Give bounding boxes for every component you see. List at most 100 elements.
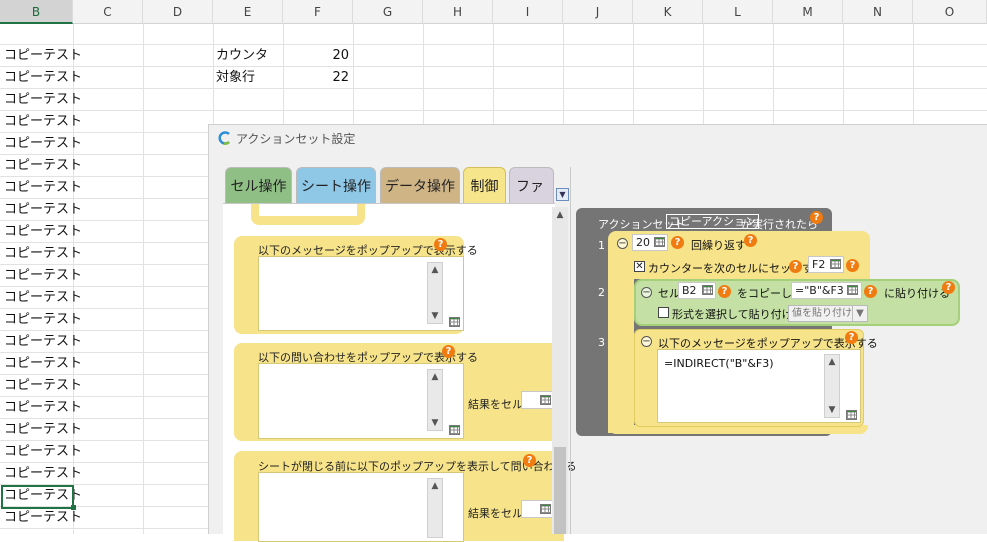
scroll-up-icon[interactable]: ▲ [428, 370, 442, 384]
cell-b[interactable]: コピーテスト [4, 309, 80, 331]
scrollbar-thumb[interactable] [554, 447, 566, 534]
column-header-d[interactable]: D [143, 0, 213, 24]
column-header-j[interactable]: J [563, 0, 633, 24]
column-header-b[interactable]: B [0, 0, 73, 24]
textarea-scrollbar[interactable]: ▲ [427, 478, 443, 538]
help-icon[interactable]: ? [810, 211, 823, 224]
help-icon[interactable]: ? [434, 238, 447, 251]
cell-reference-icon[interactable] [449, 317, 460, 327]
cell-reference-icon[interactable] [654, 237, 665, 247]
message-textarea[interactable]: =INDIRECT("B"&F3) ▲ ▼ [657, 349, 861, 423]
textarea-scrollbar[interactable]: ▲ ▼ [427, 369, 443, 431]
cell-b[interactable]: コピーテスト [4, 419, 80, 441]
collapse-icon[interactable]: − [641, 287, 652, 298]
cell-b[interactable]: コピーテスト [4, 111, 80, 133]
scroll-down-icon[interactable]: ▼ [825, 403, 839, 417]
cell-reference-icon[interactable] [540, 395, 551, 405]
scroll-up-icon[interactable]: ▲ [428, 479, 442, 493]
inquiry-textarea[interactable]: ▲ [258, 472, 464, 542]
column-header-n[interactable]: N [843, 0, 913, 24]
palette-scrollbar[interactable]: ▲ [552, 207, 568, 534]
formula-help-icon[interactable]: ? [671, 236, 684, 249]
cell-b[interactable]: コピーテスト [4, 265, 80, 287]
inquiry-textarea[interactable]: ▲ ▼ [258, 363, 464, 439]
cell-b[interactable]: コピーテスト [4, 221, 80, 243]
cell-reference-icon[interactable] [540, 504, 551, 514]
paste-option-select[interactable]: 値を貼り付け ▼ [788, 305, 868, 322]
fill-handle[interactable] [71, 505, 76, 510]
cell-reference-icon[interactable] [847, 285, 858, 295]
cell-reference-icon[interactable] [702, 285, 713, 295]
paste-special-checkbox[interactable] [658, 307, 669, 318]
scroll-up-icon[interactable]: ▲ [825, 355, 839, 369]
cell-b[interactable]: コピーテスト [4, 353, 80, 375]
cell-b[interactable]: コピーテスト [4, 155, 80, 177]
cell-b[interactable]: コピーテスト [4, 331, 80, 353]
column-header-c[interactable]: C [73, 0, 143, 24]
help-icon[interactable]: ? [942, 281, 955, 294]
tab-control[interactable]: 制御 [463, 167, 506, 205]
formula-help-icon[interactable]: ? [718, 285, 731, 298]
cell-b[interactable]: コピーテスト [4, 133, 80, 155]
help-icon[interactable]: ? [744, 234, 757, 247]
copy-target-input[interactable]: ="B"&F3 [791, 282, 862, 299]
textarea-scrollbar[interactable]: ▲ ▼ [427, 262, 443, 324]
cell-b[interactable]: コピーテスト [4, 441, 80, 463]
cell-b[interactable]: コピーテスト [4, 463, 80, 485]
cell-e[interactable]: カウンタ [216, 45, 280, 67]
column-header-o[interactable]: O [913, 0, 987, 24]
collapse-icon[interactable]: − [617, 238, 628, 249]
scroll-down-icon[interactable]: ▼ [428, 309, 442, 323]
column-header-i[interactable]: I [493, 0, 563, 24]
copy-source-input[interactable]: B2 [678, 282, 716, 299]
cell-f[interactable]: 22 [283, 67, 349, 89]
column-header-h[interactable]: H [423, 0, 493, 24]
cell-b[interactable]: コピーテスト [4, 397, 80, 419]
panel-divider[interactable] [570, 167, 571, 534]
tab-file[interactable]: ファイル [509, 167, 554, 204]
loop-count-input[interactable]: 20 [632, 234, 668, 251]
tab-sheet-ops[interactable]: シート操作 [296, 167, 376, 204]
column-header-m[interactable]: M [773, 0, 843, 24]
cell-f[interactable]: 20 [283, 45, 349, 67]
cell-b[interactable]: コピーテスト [4, 375, 80, 397]
cell-b[interactable]: コピーテスト [4, 199, 80, 221]
palette-block-partial[interactable] [251, 204, 365, 225]
scroll-up-icon[interactable]: ▲ [428, 263, 442, 277]
formula-help-icon[interactable]: ? [846, 259, 859, 272]
cell-b[interactable]: コピーテスト [4, 243, 80, 265]
message-textarea[interactable]: ▲ ▼ [258, 256, 464, 331]
collapse-icon[interactable]: − [641, 336, 652, 347]
cell-e[interactable]: 対象行 [216, 67, 280, 89]
textarea-scrollbar[interactable]: ▲ ▼ [824, 354, 840, 418]
column-header-f[interactable]: F [283, 0, 353, 24]
scroll-down-icon[interactable]: ▼ [428, 416, 442, 430]
column-header-g[interactable]: G [353, 0, 423, 24]
tab-scroll-down-icon[interactable]: ▼ [556, 188, 569, 201]
tab-cell-ops[interactable]: セル操作 [225, 167, 292, 204]
palette-block-inquiry-before-close[interactable]: シートが閉じる前に以下のポップアップを表示して問い合わせる ? ▲ 結果をセル [234, 451, 577, 542]
help-icon[interactable]: ? [845, 331, 858, 344]
cell-b[interactable]: コピーテスト [4, 45, 80, 67]
cell-b[interactable]: コピーテスト [4, 507, 80, 529]
tab-data-ops[interactable]: データ操作 [380, 167, 460, 204]
cell-b[interactable]: コピーテスト [4, 67, 80, 89]
scroll-up-icon[interactable]: ▲ [553, 208, 567, 222]
help-icon[interactable]: ? [789, 260, 802, 273]
counter-checkbox[interactable]: ✕ [634, 261, 645, 272]
help-icon[interactable]: ? [442, 345, 455, 358]
cell-reference-icon[interactable] [830, 259, 841, 269]
column-header-k[interactable]: K [633, 0, 703, 24]
cell-b[interactable]: コピーテスト [4, 287, 80, 309]
cell-b[interactable]: コピーテスト [4, 177, 80, 199]
formula-help-icon[interactable]: ? [864, 285, 877, 298]
cell-reference-icon[interactable] [449, 425, 460, 435]
column-header-e[interactable]: E [213, 0, 283, 24]
cell-b[interactable]: コピーテスト [4, 89, 80, 111]
palette-block-show-inquiry[interactable]: 以下の問い合わせをポップアップで表示する ? ▲ ▼ 結果をセル [234, 343, 564, 441]
palette-block-show-message[interactable]: 以下のメッセージをポップアップで表示する ? ▲ ▼ [234, 236, 478, 334]
help-icon[interactable]: ? [523, 454, 536, 467]
cell-reference-icon[interactable] [846, 410, 857, 420]
counter-cell-input[interactable]: F2 [808, 256, 844, 273]
column-header-l[interactable]: L [703, 0, 773, 24]
